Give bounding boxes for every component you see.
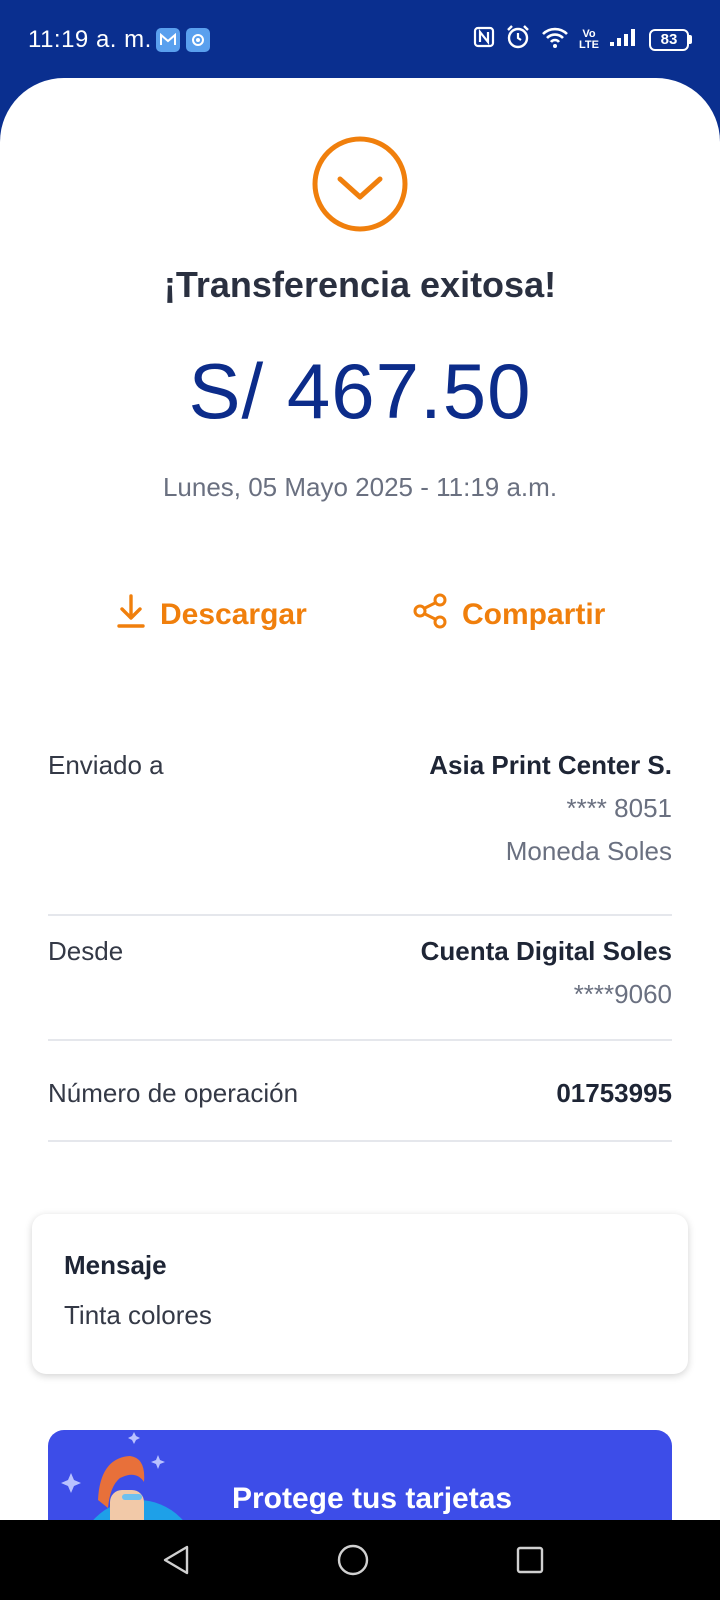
wifi-icon xyxy=(541,25,569,54)
signal-icon xyxy=(609,27,639,52)
source-label: Desde xyxy=(48,936,124,966)
mail-icon xyxy=(156,28,180,52)
alarm-icon xyxy=(505,24,531,55)
recents-icon[interactable] xyxy=(510,1540,550,1580)
recipient-name: Asia Print Center S. xyxy=(429,750,672,780)
divider xyxy=(48,914,672,916)
operation-label: Número de operación xyxy=(48,1078,299,1108)
transfer-datetime: Lunes, 05 Mayo 2025 - 11:19 a.m. xyxy=(162,472,558,502)
message-card: Mensaje Tinta colores xyxy=(32,1214,688,1374)
recipient-account: **** 8051 xyxy=(566,793,672,823)
source-account-number: ****9060 xyxy=(573,979,672,1009)
detail-row-operation: Número de operación 01753995 xyxy=(48,1078,672,1118)
detail-row-source: Desde Cuenta Digital Soles ****9060 xyxy=(48,936,672,1016)
status-bar: 11:19 a. m. Vo LTE 83 xyxy=(0,0,720,80)
download-icon xyxy=(116,593,146,637)
transfer-amount: S/ 467.50 xyxy=(188,347,532,435)
share-icon xyxy=(412,593,448,637)
volte-icon: Vo LTE xyxy=(579,27,599,51)
recipient-label: Enviado a xyxy=(48,750,164,780)
promo-title: Protege tus tarjetas xyxy=(232,1482,513,1515)
shield-app-icon xyxy=(186,28,210,52)
navigation-bar xyxy=(0,1520,720,1600)
message-title: Mensaje xyxy=(64,1250,167,1280)
recipient-currency: Moneda Soles xyxy=(505,836,672,866)
recipient-values: Asia Print Center S. **** 8051 Moneda So… xyxy=(429,750,672,866)
battery-level: 83 xyxy=(649,28,689,51)
system-icons: Vo LTE 83 xyxy=(473,24,692,55)
promo-banner[interactable]: Protege tus tarjetas xyxy=(48,1430,672,1520)
promo-illustration xyxy=(61,1432,183,1520)
operation-number: 01753995 xyxy=(556,1078,672,1108)
notification-icons xyxy=(156,28,210,52)
detail-row-recipient: Enviado a Asia Print Center S. **** 8051… xyxy=(48,750,672,870)
check-circle-icon xyxy=(311,135,409,233)
operation-values: 01753995 xyxy=(556,1078,672,1108)
download-label: Descargar xyxy=(160,598,307,631)
message-text: Tinta colores xyxy=(64,1300,212,1330)
share-button[interactable]: Compartir xyxy=(412,590,605,640)
share-label: Compartir xyxy=(462,598,606,631)
source-account-name: Cuenta Digital Soles xyxy=(420,936,672,966)
home-icon[interactable] xyxy=(333,1540,373,1580)
divider xyxy=(48,1039,672,1041)
receipt-sheet: ¡Transferencia exitosa! S/ 467.50 Lunes,… xyxy=(0,78,720,1520)
battery-icon: 83 xyxy=(649,28,692,51)
divider xyxy=(48,1140,672,1142)
source-values: Cuenta Digital Soles ****9060 xyxy=(421,936,672,1009)
status-time: 11:19 a. m. xyxy=(28,26,152,53)
page-title: ¡Transferencia exitosa! xyxy=(163,264,557,305)
download-button[interactable]: Descargar xyxy=(116,590,307,640)
nfc-icon xyxy=(473,26,495,53)
back-icon[interactable] xyxy=(156,1540,196,1580)
